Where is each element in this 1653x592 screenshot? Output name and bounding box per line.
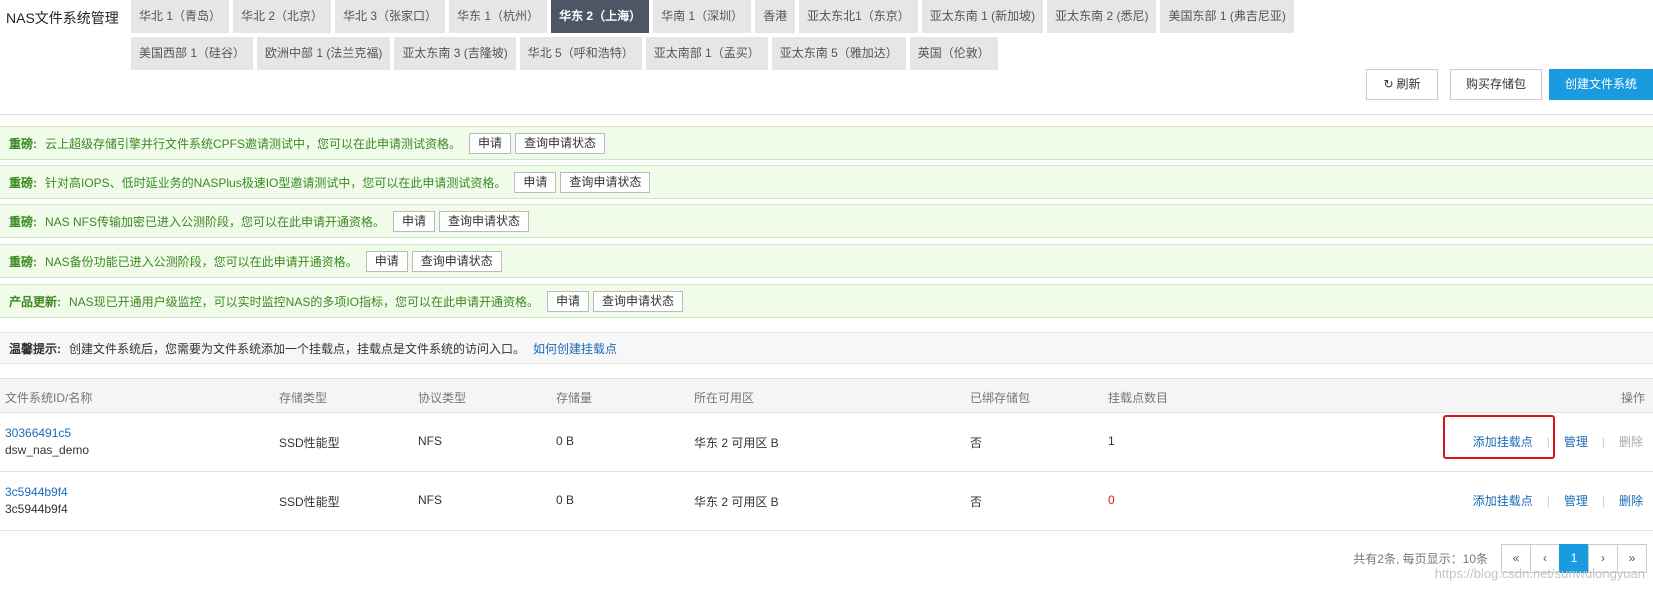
region-tab[interactable]: 亚太东南 1 (新加坡) bbox=[921, 0, 1044, 33]
region-tab[interactable]: 美国东部 1 (弗吉尼亚) bbox=[1160, 0, 1294, 33]
bound-package: 否 bbox=[970, 495, 983, 509]
notice-message: NAS备份功能已进入公测阶段，您可以在此申请开通资格。 bbox=[45, 254, 358, 269]
capacity: 0 B bbox=[556, 434, 575, 448]
app-title: NAS文件系统管理 bbox=[6, 10, 119, 26]
zone: 华东 2 可用区 B bbox=[694, 495, 779, 509]
highlight-annotation bbox=[1443, 415, 1555, 459]
table-row: 3c5944b9f4 3c5944b9f4 SSD性能型 NFS 0 B 华东 2 可用区… bbox=[0, 472, 1653, 531]
tip-tag: 温馨提示: bbox=[9, 341, 61, 356]
create-file-system-button[interactable]: 创建文件系统 bbox=[1549, 69, 1653, 100]
tip-banner: 温馨提示: 创建文件系统后，您需要为文件系统添加一个挂载点，挂载点是文件系统的访… bbox=[0, 332, 1653, 364]
manage-link[interactable]: 管理 bbox=[1564, 433, 1588, 450]
apply-button[interactable]: 申请 bbox=[547, 290, 590, 312]
notice-message: NAS现已开通用户级监控，可以实时监控NAS的多项IO指标，您可以在此申请开通资… bbox=[69, 294, 540, 309]
region-tab[interactable]: 华南 1（深圳） bbox=[653, 0, 752, 33]
region-tab[interactable]: 亚太东南 2 (悉尼) bbox=[1047, 0, 1157, 33]
how-to-create-mount-link[interactable]: 如何创建挂载点 bbox=[533, 340, 617, 357]
file-system-name: dsw_nas_demo bbox=[5, 443, 90, 457]
col-capacity: 存储量 bbox=[556, 391, 593, 405]
storage-type: SSD性能型 bbox=[279, 495, 340, 509]
col-mount-count: 挂载点数目 bbox=[1108, 391, 1169, 405]
region-tab[interactable]: 美国西部 1（硅谷） bbox=[131, 37, 254, 70]
region-tab[interactable]: 欧洲中部 1 (法兰克福) bbox=[257, 37, 391, 70]
separator: | bbox=[1546, 493, 1550, 508]
region-tab[interactable]: 华北 1（青岛） bbox=[131, 0, 230, 33]
tip-message: 创建文件系统后，您需要为文件系统添加一个挂载点，挂载点是文件系统的访问入口。 bbox=[69, 341, 526, 356]
mount-count: 1 bbox=[1108, 434, 1115, 448]
file-system-id-link[interactable]: 3c5944b9f4 bbox=[5, 485, 68, 499]
notice-tag: 重磅: bbox=[9, 254, 37, 269]
buy-storage-package-button[interactable]: 购买存储包 bbox=[1450, 69, 1542, 100]
bound-package: 否 bbox=[970, 436, 983, 450]
add-mount-point-link[interactable]: 添加挂载点 bbox=[1473, 492, 1533, 509]
region-tab[interactable]: 华北 2（北京） bbox=[233, 0, 332, 33]
region-tab[interactable]: 亚太东南 3 (吉隆坡) bbox=[394, 37, 516, 70]
region-tab[interactable]: 华北 3（张家口） bbox=[335, 0, 446, 33]
region-tabs: 华北 1（青岛） 华北 2（北京） 华北 3（张家口） 华东 1（杭州） 华东 2（上海… bbox=[131, 0, 1391, 70]
notice-tag: 产品更新: bbox=[9, 294, 61, 309]
file-system-name: 3c5944b9f4 bbox=[5, 502, 68, 516]
watermark: https://blog.csdn.net/sunwulongyuan bbox=[1434, 566, 1645, 581]
region-tab[interactable]: 英国（伦敦） bbox=[909, 37, 998, 70]
notice-tag: 重磅: bbox=[9, 175, 37, 190]
query-status-button[interactable]: 查询申请状态 bbox=[593, 290, 684, 312]
table-row: 30366491c5 dsw_nas_demo SSD性能型 NFS 0 B 华东 2 可… bbox=[0, 413, 1653, 472]
refresh-button[interactable]: ↻ 刷新 bbox=[1366, 69, 1438, 100]
notice-banner: 重磅: NAS NFS传输加密已进入公测阶段，您可以在此申请开通资格。 申请 查询申请… bbox=[0, 204, 1653, 238]
query-status-button[interactable]: 查询申请状态 bbox=[560, 171, 651, 193]
region-tab[interactable]: 亚太南部 1（孟买） bbox=[645, 37, 768, 70]
region-tab[interactable]: 华北 5（呼和浩特） bbox=[519, 37, 642, 70]
col-id: 文件系统ID/名称 bbox=[5, 391, 93, 405]
apply-button[interactable]: 申请 bbox=[393, 210, 436, 232]
col-package: 已绑存储包 bbox=[970, 391, 1031, 405]
query-status-button[interactable]: 查询申请状态 bbox=[411, 250, 502, 272]
notice-banner: 重磅: NAS备份功能已进入公测阶段，您可以在此申请开通资格。 申请 查询申请状态 bbox=[0, 244, 1653, 278]
query-status-button[interactable]: 查询申请状态 bbox=[515, 132, 606, 154]
pagination-summary: 共有2条, 每页显示：10条 bbox=[1353, 552, 1488, 566]
file-system-id-link[interactable]: 30366491c5 bbox=[5, 426, 71, 440]
region-tab[interactable]: 华东 2（上海） bbox=[551, 0, 650, 33]
query-status-button[interactable]: 查询申请状态 bbox=[439, 210, 530, 232]
col-protocol: 协议类型 bbox=[418, 391, 467, 405]
notice-message: 针对高IOPS、低时延业务的NASPlus极速IO型邀请测试中，您可以在此申请测… bbox=[45, 175, 507, 190]
notice-banner: 产品更新: NAS现已开通用户级监控，可以实时监控NAS的多项IO指标，您可以在此… bbox=[0, 284, 1653, 318]
apply-button[interactable]: 申请 bbox=[469, 132, 512, 154]
apply-button[interactable]: 申请 bbox=[514, 171, 557, 193]
manage-link[interactable]: 管理 bbox=[1564, 492, 1588, 509]
notice-tag: 重磅: bbox=[9, 136, 37, 151]
protocol-type: NFS bbox=[418, 493, 442, 507]
notice-message: 云上超级存储引擎并行文件系统CPFS邀请测试中，您可以在此申请测试资格。 bbox=[45, 136, 462, 151]
region-tab[interactable]: 亚太东北1（东京） bbox=[799, 0, 918, 33]
capacity: 0 B bbox=[556, 493, 575, 507]
refresh-icon: ↻ bbox=[1383, 77, 1394, 91]
notice-message: NAS NFS传输加密已进入公测阶段，您可以在此申请开通资格。 bbox=[45, 214, 386, 229]
apply-button[interactable]: 申请 bbox=[365, 250, 408, 272]
region-tab[interactable]: 香港 bbox=[755, 0, 796, 33]
divider bbox=[0, 114, 1653, 115]
delete-link[interactable]: 删除 bbox=[1619, 433, 1643, 450]
mount-count: 0 bbox=[1108, 493, 1115, 507]
storage-type: SSD性能型 bbox=[279, 436, 340, 450]
region-tab[interactable]: 亚太东南 5（雅加达） bbox=[771, 37, 906, 70]
notice-banner: 重磅: 云上超级存储引擎并行文件系统CPFS邀请测试中，您可以在此申请测试资格。申… bbox=[0, 126, 1653, 160]
delete-link[interactable]: 删除 bbox=[1619, 492, 1643, 509]
zone: 华东 2 可用区 B bbox=[694, 436, 779, 450]
notice-banner: 重磅: 针对高IOPS、低时延业务的NASPlus极速IO型邀请测试中，您可以在此… bbox=[0, 165, 1653, 199]
col-zone: 所在可用区 bbox=[694, 391, 755, 405]
table-header: 文件系统ID/名称 存储类型 协议类型 存储量 所在可用区 已绑存储包 挂载点数… bbox=[0, 378, 1653, 413]
col-storage-type: 存储类型 bbox=[279, 391, 328, 405]
notice-tag: 重磅: bbox=[9, 214, 37, 229]
col-operations: 操作 bbox=[1620, 391, 1645, 405]
region-tab[interactable]: 华东 1（杭州） bbox=[449, 0, 548, 33]
separator: | bbox=[1601, 434, 1605, 449]
row-actions: 添加挂载点 | 管理 | 删除 bbox=[1473, 492, 1643, 509]
protocol-type: NFS bbox=[418, 434, 442, 448]
separator: | bbox=[1601, 493, 1605, 508]
